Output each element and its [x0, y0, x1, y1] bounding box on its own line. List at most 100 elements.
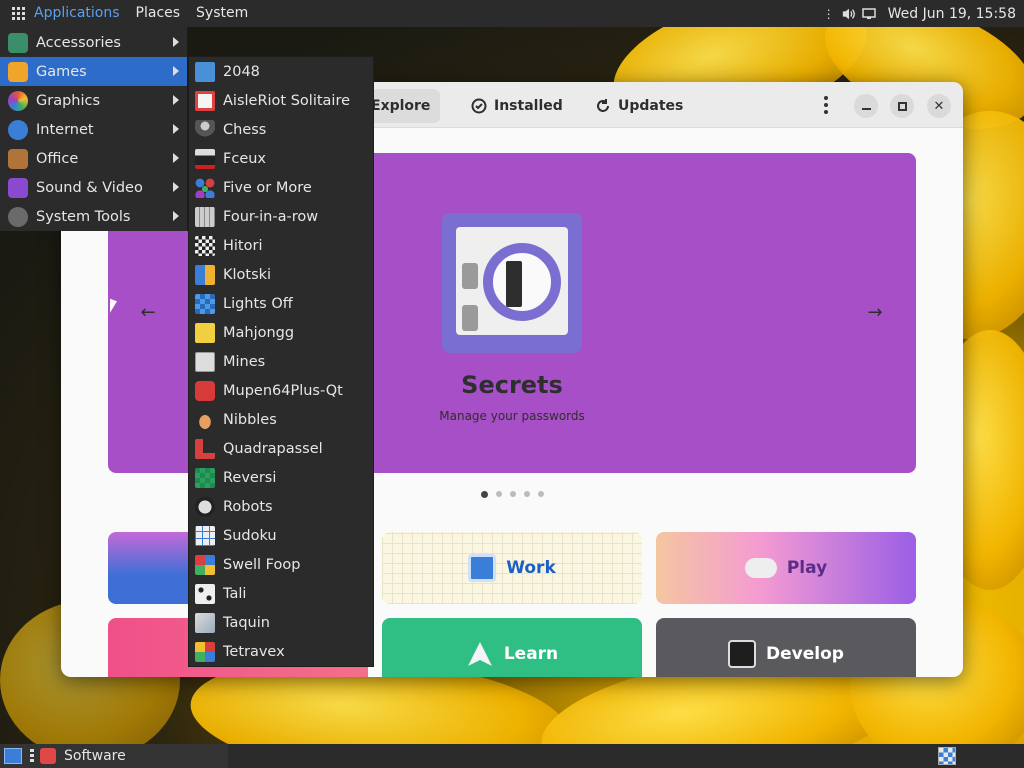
menu-item-label: Internet — [36, 121, 94, 138]
work-icon — [468, 554, 497, 582]
game-item-quadrapassel[interactable]: Quadrapassel — [189, 434, 373, 463]
system-tools-icon — [8, 206, 28, 227]
menu-item-label: Accessories — [36, 34, 121, 51]
game-item-nibbles[interactable]: Nibbles — [189, 405, 373, 434]
task-label: Software — [64, 748, 126, 764]
maximize-button[interactable] — [890, 94, 914, 118]
game-item-aisleriot[interactable]: AisleRiot Solitaire — [189, 86, 373, 115]
close-icon: ✕ — [933, 98, 945, 114]
four-in-a-row-icon — [195, 206, 215, 227]
game-item-fceux[interactable]: Fceux — [189, 144, 373, 173]
fceux-icon — [195, 148, 215, 169]
volume-icon[interactable] — [842, 7, 856, 21]
network-icon[interactable] — [861, 7, 876, 21]
tab-installed[interactable]: Installed — [461, 89, 573, 123]
reversi-icon — [195, 467, 215, 488]
mupen-icon — [195, 380, 215, 401]
game-item-label: 2048 — [223, 63, 260, 80]
menu-item-accessories[interactable]: Accessories — [0, 28, 187, 57]
accessories-icon — [8, 32, 28, 53]
five-or-more-icon — [195, 177, 215, 198]
mahjongg-icon — [195, 322, 215, 343]
game-item-label: Tetravex — [223, 643, 285, 660]
carousel-dot[interactable] — [538, 491, 544, 497]
task-software[interactable]: Software — [40, 748, 126, 764]
game-item-chess[interactable]: Chess — [189, 115, 373, 144]
applications-grid-icon[interactable] — [12, 6, 26, 21]
game-item-hitori[interactable]: Hitori — [189, 231, 373, 260]
tab-label: Installed — [494, 98, 563, 114]
game-item-swell-foop[interactable]: Swell Foop — [189, 550, 373, 579]
game-item-tetravex[interactable]: Tetravex — [189, 637, 373, 666]
game-item-sudoku[interactable]: Sudoku — [189, 521, 373, 550]
close-button[interactable]: ✕ — [927, 94, 951, 118]
game-item-label: Chess — [223, 121, 267, 138]
game-item-label: AisleRiot Solitaire — [223, 92, 351, 109]
internet-icon — [8, 119, 28, 140]
carousel-dot[interactable] — [481, 491, 488, 498]
arrow-left-icon[interactable]: ← — [138, 303, 158, 323]
game-item-label: Mahjongg — [223, 324, 295, 341]
game-item-taquin[interactable]: Taquin — [189, 608, 373, 637]
software-app-icon — [40, 748, 56, 764]
game-item-mupen64plus[interactable]: Mupen64Plus-Qt — [189, 376, 373, 405]
category-work[interactable]: Work — [382, 532, 642, 604]
clock[interactable]: Wed Jun 19, 15:58 — [888, 6, 1016, 22]
robots-icon — [195, 496, 215, 517]
carousel-dot[interactable] — [496, 491, 502, 497]
secrets-app-icon — [442, 213, 582, 353]
game-item-klotski[interactable]: Klotski — [189, 260, 373, 289]
menu-item-sound-video[interactable]: Sound & Video — [0, 173, 187, 202]
game-item-mahjongg[interactable]: Mahjongg — [189, 318, 373, 347]
tab-label: Explore — [371, 98, 431, 114]
category-label: Develop — [766, 644, 844, 664]
game-item-robots[interactable]: Robots — [189, 492, 373, 521]
gamepad-icon — [744, 558, 777, 578]
menu-item-system-tools[interactable]: System Tools — [0, 202, 187, 231]
games-icon — [8, 61, 28, 82]
refresh-icon — [597, 99, 609, 112]
category-play[interactable]: Play — [656, 532, 916, 604]
menu-item-games[interactable]: Games — [0, 57, 187, 86]
game-item-2048[interactable]: 2048 — [189, 57, 373, 86]
main-menu-icon[interactable] — [823, 96, 829, 114]
menu-item-internet[interactable]: Internet — [0, 115, 187, 144]
game-item-reversi[interactable]: Reversi — [189, 463, 373, 492]
game-item-tali[interactable]: Tali — [189, 579, 373, 608]
minimize-button[interactable] — [854, 94, 878, 118]
menu-item-label: System Tools — [36, 208, 131, 225]
game-item-mines[interactable]: Mines — [189, 347, 373, 376]
arrow-right-icon[interactable]: → — [865, 303, 885, 323]
applications-menu[interactable]: Applications — [26, 0, 128, 27]
tab-updates[interactable]: Updates — [585, 89, 693, 123]
game-item-label: Klotski — [223, 266, 272, 283]
drag-handle-icon[interactable] — [30, 749, 34, 763]
menu-item-label: Games — [36, 63, 87, 80]
system-menu[interactable]: System — [188, 0, 256, 27]
hitori-icon — [195, 235, 215, 256]
menu-item-graphics[interactable]: Graphics — [0, 86, 187, 115]
game-item-lights-off[interactable]: Lights Off — [189, 289, 373, 318]
applications-dropdown: Accessories Games Graphics Internet Offi… — [0, 27, 188, 231]
top-panel: Applications Places System ⋮ Wed Jun 19,… — [0, 0, 1024, 27]
game-item-label: Taquin — [223, 614, 270, 631]
menu-item-office[interactable]: Office — [0, 144, 187, 173]
carousel-dot[interactable] — [510, 491, 516, 497]
category-label: Play — [786, 558, 828, 578]
game-item-five-or-more[interactable]: Five or More — [189, 173, 373, 202]
minimize-icon — [861, 107, 871, 110]
category-develop[interactable]: Develop — [656, 618, 916, 677]
swell-foop-icon — [195, 554, 215, 575]
game-item-four-in-a-row[interactable]: Four-in-a-row — [189, 202, 373, 231]
chess-icon — [195, 119, 215, 140]
category-label: Learn — [503, 644, 559, 664]
show-desktop-icon[interactable] — [4, 748, 22, 764]
game-item-label: Tali — [223, 585, 247, 602]
chevron-right-icon — [173, 153, 179, 163]
more-options-icon[interactable]: ⋮ — [822, 7, 836, 21]
workspace-switcher-icon[interactable] — [938, 747, 956, 765]
places-menu[interactable]: Places — [128, 0, 189, 27]
carousel-dot[interactable] — [524, 491, 530, 497]
nibbles-icon — [195, 409, 215, 430]
category-learn[interactable]: Learn — [382, 618, 642, 677]
